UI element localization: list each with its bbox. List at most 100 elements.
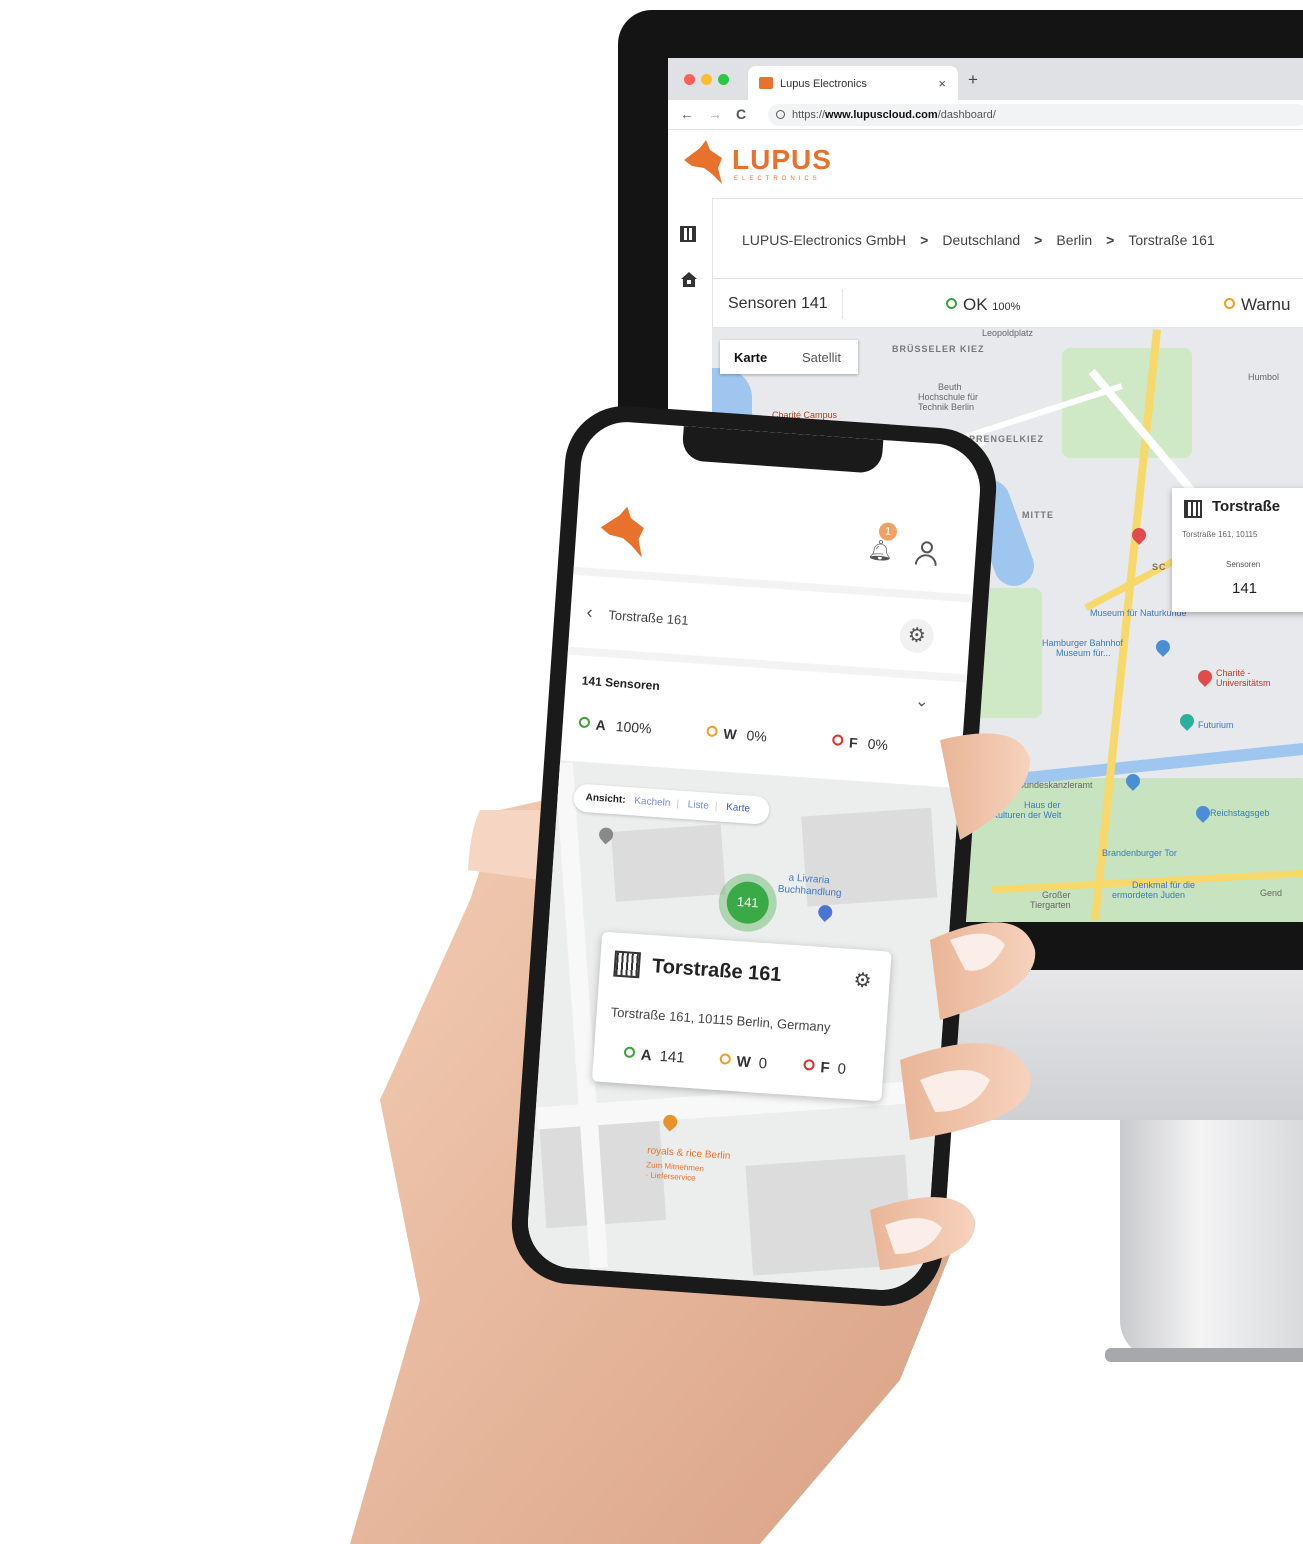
map-label: Hamburger Bahnhof [1042, 638, 1124, 648]
header-divider [712, 198, 1303, 199]
sensor-count: Sensoren 141 [728, 295, 828, 312]
settings-gear-icon[interactable]: ⚙ [853, 967, 873, 993]
status-value: 100% [615, 718, 653, 737]
phone-device: 🔔︎ 1 ‹ Torstraße 161 ⚙ 141 Sensoren ⌄ A1… [507, 402, 1001, 1310]
ok-ring-icon [623, 1046, 636, 1059]
url-prefix: https:// [792, 109, 826, 121]
url-input[interactable]: https://www.lupuscloud.com/dashboard/ [768, 104, 1303, 126]
map-info-card[interactable]: Torstraße Torstraße 161, 10115 Sensoren … [1172, 488, 1303, 612]
map-label: Leopoldplatz [982, 328, 1034, 338]
address-bar-row: ← → C https://www.lupuscloud.com/dashboa… [668, 100, 1303, 130]
back-chevron-icon[interactable]: ‹ [586, 602, 593, 623]
map-label: ermordeten Juden [1112, 890, 1186, 900]
status-letter: A [595, 716, 607, 734]
phone-breadcrumb: Torstraße 161 [607, 607, 690, 628]
map-label: Universitätsm [1216, 678, 1271, 688]
favicon-icon [759, 77, 773, 89]
status-error[interactable]: F 0% [831, 733, 889, 754]
window-minimize-dot[interactable] [701, 74, 712, 85]
building-icon [680, 226, 696, 242]
site-card-title: Torstraße 161 [651, 955, 783, 987]
status-divider [842, 289, 843, 319]
view-switcher: Ansicht: Kacheln | Liste | Karte [572, 783, 771, 825]
status-warning[interactable]: W 0% [706, 724, 767, 745]
url-domain: www.lupuscloud.com [825, 109, 938, 121]
status-error[interactable]: F0 [803, 1058, 846, 1078]
settings-gear-icon[interactable]: ⚙ [898, 617, 935, 654]
window-close-dot[interactable] [684, 74, 695, 85]
lupus-logo[interactable]: LUPUS ELECTRONICS [682, 138, 831, 188]
breadcrumb-separator: > [1106, 232, 1115, 248]
view-option-tiles[interactable]: Kacheln [634, 796, 671, 809]
sidebar-building-icon[interactable] [680, 226, 700, 246]
site-info-card[interactable]: Torstraße 161 ⚙ Torstraße 161, 10115 Ber… [591, 931, 892, 1102]
map-type-map-button[interactable]: Karte [734, 350, 767, 365]
status-letter: W [736, 1053, 752, 1072]
status-warning[interactable]: Warnu [1224, 295, 1290, 315]
wolf-logo-icon[interactable] [597, 500, 653, 559]
new-tab-button[interactable]: + [968, 70, 978, 90]
map-label: Futurium [1198, 720, 1234, 730]
status-letter: A [640, 1046, 653, 1065]
map-label: Haus der [1024, 800, 1061, 810]
map-pin-icon[interactable] [1195, 667, 1215, 687]
map-type-satellite-button[interactable]: Satellit [802, 350, 841, 365]
monitor-stand-foot [1105, 1348, 1303, 1362]
status-value: 0% [867, 735, 889, 754]
brand-subtitle: ELECTRONICS [734, 176, 821, 182]
map-label: Charité - [1216, 668, 1251, 678]
status-letter: W [722, 725, 738, 743]
map-label: SC [1152, 562, 1167, 572]
monitor-stand [1120, 1120, 1303, 1360]
breadcrumb-item-company[interactable]: LUPUS-Electronics GmbH [742, 232, 906, 248]
tab-close-icon[interactable]: × [938, 76, 946, 91]
sensor-cluster-marker[interactable]: 141 [716, 871, 779, 934]
browser-tab-bar: Lupus Electronics × + [668, 58, 1303, 100]
status-ok[interactable]: A 141 [623, 1045, 685, 1067]
view-option-map[interactable]: Karte [726, 802, 751, 815]
status-ok[interactable]: OK 100% [946, 295, 1020, 315]
info-card-address: Torstraße 161, 10115 [1182, 530, 1258, 539]
info-card-title: Torstraße [1212, 498, 1281, 515]
map-building [610, 824, 726, 902]
map-label: Bundeskanzleramt [1018, 780, 1093, 790]
notification-badge: 1 [878, 521, 898, 542]
breadcrumb-separator: > [1034, 232, 1043, 248]
map-label: Tiergarten [1030, 900, 1071, 910]
wolf-logo-icon [684, 140, 722, 184]
view-option-list[interactable]: Liste [687, 799, 709, 811]
breadcrumb-item-country[interactable]: Deutschland [942, 232, 1020, 248]
browser-tab[interactable]: Lupus Electronics × [748, 66, 958, 100]
breadcrumb-item-city[interactable]: Berlin [1056, 232, 1092, 248]
map-label: MITTE [1022, 510, 1054, 520]
site-info-icon[interactable] [776, 110, 785, 119]
map-type-toggle[interactable]: Karte Satellit [720, 340, 858, 374]
status-warning[interactable]: W0 [719, 1052, 768, 1072]
forward-arrow-icon[interactable]: → [708, 106, 722, 122]
phone-map[interactable]: Ansicht: Kacheln | Liste | Karte a Livrari… [524, 760, 960, 1293]
warning-ring-icon [706, 725, 718, 738]
status-value: 0 [758, 1054, 768, 1073]
brand-name: LUPUS [732, 144, 832, 175]
map-pin-icon[interactable] [1153, 637, 1173, 657]
reload-icon[interactable]: C [736, 106, 746, 122]
map-label: Reichstagsgeb [1210, 808, 1270, 818]
map-label: BRÜSSELER KIEZ [892, 344, 985, 354]
phone-notch [681, 426, 884, 474]
map-label: Brandenburger Tor [1102, 848, 1177, 858]
warning-label: Warnu [1241, 295, 1291, 314]
back-arrow-icon[interactable]: ← [680, 106, 694, 122]
chevron-down-icon[interactable]: ⌄ [915, 691, 930, 712]
ok-ring-icon [946, 298, 957, 309]
map-label: Kulturen der Welt [992, 810, 1062, 820]
breadcrumb-item-site[interactable]: Torstraße 161 [1128, 232, 1214, 248]
breadcrumb-separator: > [920, 232, 929, 248]
window-maximize-dot[interactable] [718, 74, 729, 85]
map-pin-icon[interactable] [1177, 711, 1197, 731]
bell-icon[interactable]: 🔔︎ [867, 537, 894, 564]
tab-title: Lupus Electronics [780, 78, 867, 90]
status-ok[interactable]: A 100% [578, 715, 653, 737]
sidebar-house-lock-icon[interactable] [680, 270, 700, 290]
user-icon[interactable] [914, 540, 939, 567]
status-letter: F [819, 1059, 831, 1077]
